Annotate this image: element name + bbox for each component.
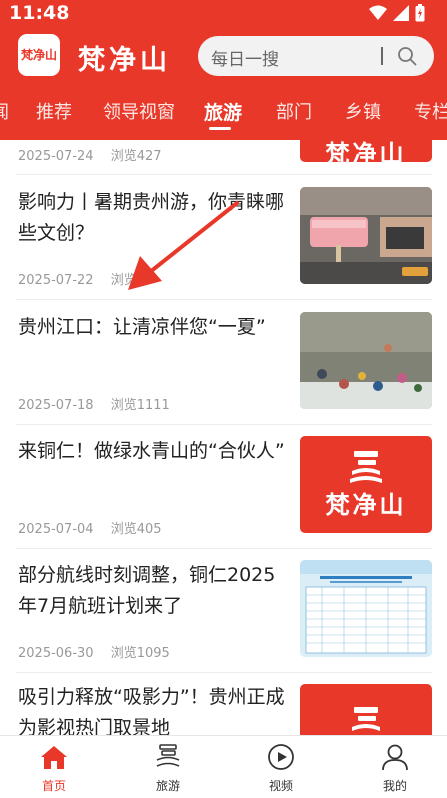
home-icon <box>41 746 67 769</box>
tab-columns[interactable]: 专栏 <box>414 98 447 124</box>
battery-icon <box>415 4 425 22</box>
article-feed[interactable]: 2025-07-24 浏览427 梵净山 影响力丨暑期贵州游，你青睐哪些文创？ … <box>0 140 447 735</box>
search-input[interactable]: 每日一搜 <box>211 45 279 70</box>
active-tab-indicator <box>209 127 231 130</box>
status-icons <box>369 4 425 22</box>
signal-icon <box>393 5 409 21</box>
search-icon[interactable] <box>396 45 418 67</box>
app-header: 11:48 梵净山 梵净山 每日一搜 闻 推荐 领导视窗 旅游 部门 乡镇 专栏 <box>0 0 447 140</box>
search-divider <box>381 47 383 65</box>
bottom-nav: 首页 旅游 视频 我的 <box>0 735 447 798</box>
search-bar[interactable]: 每日一搜 <box>198 36 434 76</box>
nav-home-label: 首页 <box>41 779 66 793</box>
tab-travel[interactable]: 旅游 <box>204 98 242 125</box>
nav-home[interactable]: 首页 <box>19 736 89 798</box>
user-icon <box>382 744 408 771</box>
wifi-icon <box>369 5 387 20</box>
tab-leaders[interactable]: 领导视窗 <box>103 98 175 124</box>
app-logo: 梵净山 <box>18 34 60 76</box>
nav-video-label: 视频 <box>268 779 293 793</box>
app-logo-mark: 梵净山 <box>20 48 57 62</box>
nav-profile-label: 我的 <box>382 779 407 793</box>
app-bar: 梵净山 梵净山 每日一搜 <box>0 30 447 84</box>
nav-travel[interactable]: 旅游 <box>133 736 203 798</box>
play-icon <box>268 744 294 770</box>
travel-logo-icon <box>156 744 180 767</box>
category-tabs: 闻 推荐 领导视窗 旅游 部门 乡镇 专栏 <box>0 92 447 132</box>
status-time: 11:48 <box>9 2 70 24</box>
nav-video[interactable]: 视频 <box>246 736 316 798</box>
status-bar: 11:48 <box>0 0 447 26</box>
tab-departments[interactable]: 部门 <box>276 98 312 124</box>
tab-towns[interactable]: 乡镇 <box>345 98 381 124</box>
annotation-arrow <box>128 201 239 290</box>
brand-title: 梵净山 <box>78 45 171 76</box>
tab-news[interactable]: 闻 <box>0 98 9 124</box>
nav-profile[interactable]: 我的 <box>360 736 430 798</box>
tab-recommend[interactable]: 推荐 <box>36 98 72 124</box>
nav-travel-label: 旅游 <box>155 779 180 793</box>
